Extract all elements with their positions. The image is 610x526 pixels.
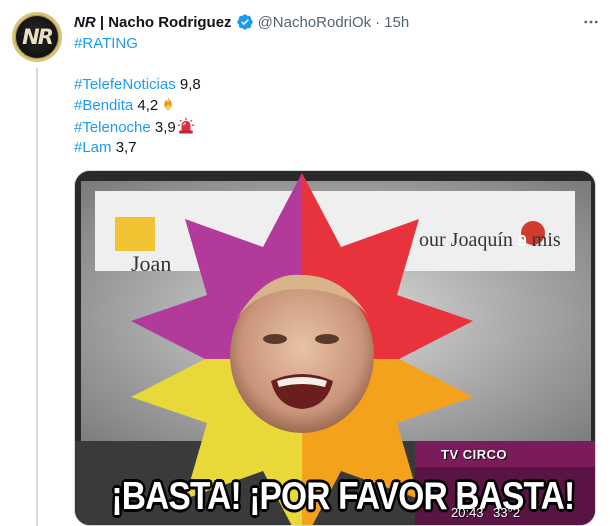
rating-value: 9,8 bbox=[179, 75, 201, 93]
tv-circo-label: TV CIRCO bbox=[441, 447, 508, 462]
verified-badge-icon[interactable] bbox=[236, 13, 254, 31]
meme-graphic bbox=[75, 171, 595, 525]
banner-text-right-end: mis bbox=[531, 229, 561, 251]
more-options-icon[interactable] bbox=[580, 12, 602, 32]
display-name[interactable]: NR | Nacho Rodriguez bbox=[74, 14, 232, 31]
avatar[interactable]: NR bbox=[12, 12, 62, 62]
hashtag-rating[interactable]: #RATING bbox=[74, 35, 138, 52]
separator-dot: · bbox=[375, 13, 381, 31]
tweet: NR | Nacho Rodriguez @NachoRodriOk · 15h… bbox=[74, 10, 602, 526]
avatar-column: NR bbox=[12, 12, 62, 62]
name-separator: | bbox=[99, 13, 105, 31]
broadcast-time: 20:43 bbox=[451, 505, 484, 520]
avatar-monogram: NR bbox=[22, 25, 54, 49]
hashtag[interactable]: #TelefeNoticias bbox=[74, 76, 176, 93]
banner-text-right-start: our Joaquín bbox=[419, 229, 513, 251]
banner-text-right: our Joaquín 9 mis bbox=[419, 229, 561, 252]
handle[interactable]: @NachoRodriOk bbox=[258, 14, 372, 31]
siren-icon bbox=[177, 117, 195, 135]
channel-number-label: 9 bbox=[517, 233, 527, 250]
rating-line: #TelefeNoticias 9,8 bbox=[74, 75, 602, 96]
timestamp[interactable]: 15h bbox=[384, 14, 409, 31]
rating-line: #Telenoche 3,9 bbox=[74, 117, 602, 139]
broadcast-clock: 20:43 33°2 bbox=[451, 505, 520, 520]
hashtag[interactable]: #Telenoche bbox=[74, 119, 151, 136]
thread-line bbox=[36, 68, 38, 526]
tweet-media-image[interactable]: Joan our Joaquín 9 mis TV CIRCO ¡BASTA! … bbox=[74, 170, 596, 526]
broadcast-temp: 33°2 bbox=[493, 505, 521, 520]
rating-value: 3,7 bbox=[115, 139, 137, 156]
name-prefix: NR bbox=[74, 13, 96, 31]
name-text: Nacho Rodriguez bbox=[108, 13, 232, 31]
rating-value: 4,2 bbox=[137, 97, 159, 114]
rating-line: #Bendita 4,2 bbox=[74, 95, 602, 117]
hashtag[interactable]: #Bendita bbox=[74, 97, 133, 114]
rating-line: #Lam 3,7 bbox=[74, 138, 602, 159]
tweet-header: NR | Nacho Rodriguez @NachoRodriOk · 15h bbox=[74, 10, 602, 34]
hashtag[interactable]: #Lam bbox=[74, 139, 112, 156]
banner-text-left: Joan bbox=[131, 251, 172, 276]
tweet-text: #RATING #TelefeNoticias 9,8 #Bendita 4,2… bbox=[74, 34, 602, 159]
rating-value: 3,9 bbox=[154, 118, 176, 136]
fire-icon bbox=[159, 95, 177, 113]
